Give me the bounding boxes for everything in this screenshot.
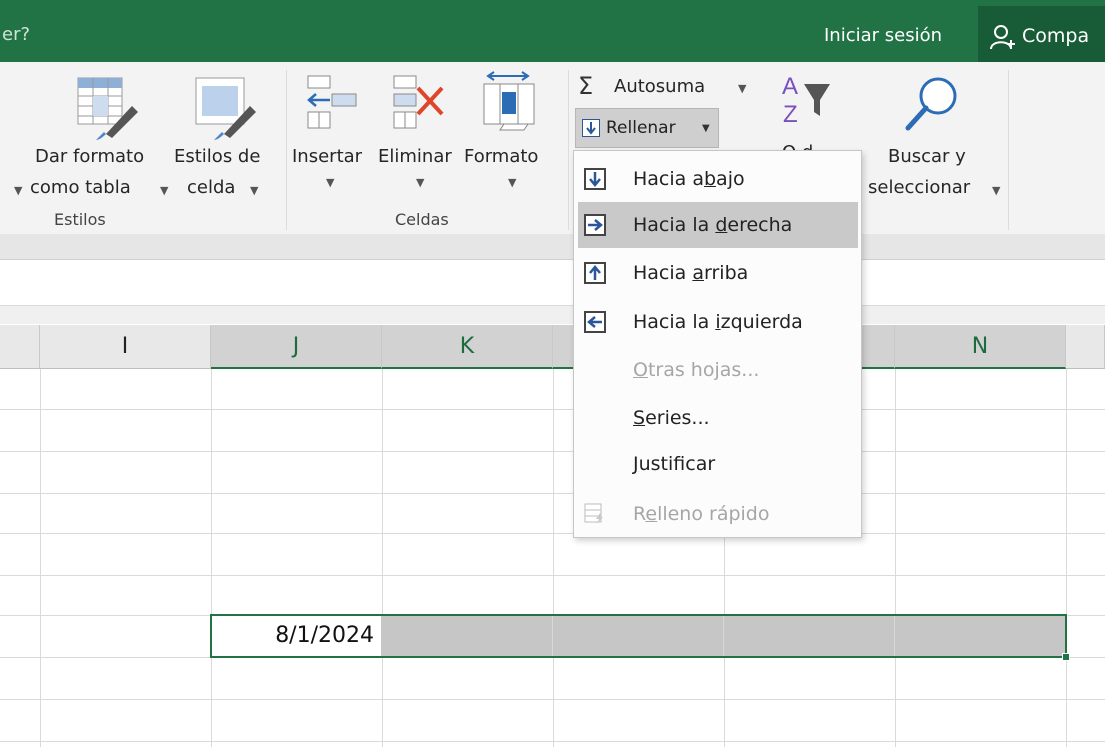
menu-item-label: Hacia la derecha — [633, 214, 793, 236]
chevron-down-icon: ▼ — [250, 184, 259, 197]
column-header-j[interactable]: J — [211, 325, 382, 369]
menu-item-label: Relleno rápido — [633, 503, 770, 525]
fill-handle[interactable] — [1062, 653, 1070, 661]
column-header-k[interactable]: K — [382, 325, 553, 369]
celdas-group-label: Celdas — [395, 210, 449, 229]
autosum-button[interactable]: Σ Autosuma ▼ — [578, 72, 748, 106]
arrow-right-icon — [584, 214, 606, 236]
formula-bar[interactable] — [0, 261, 1105, 305]
delete-cells-label: Eliminar — [378, 146, 452, 167]
grid-line — [553, 369, 554, 747]
cell-styles-label-1: Estilos de — [174, 146, 261, 167]
arrow-up-icon — [584, 262, 606, 284]
insert-cells-icon — [307, 75, 357, 129]
delete-cells-icon — [393, 75, 444, 129]
grid-line — [0, 493, 1105, 494]
menu-item-label: Otras hojas... — [633, 359, 760, 381]
menu-item-label: Hacia la izquierda — [633, 311, 803, 333]
group-separator — [1008, 70, 1009, 230]
format-as-table-label-1: Dar formato — [35, 146, 145, 167]
sign-in-link[interactable]: Iniciar sesión — [824, 25, 942, 46]
magnifier-icon — [905, 77, 957, 131]
share-button[interactable]: Compa — [978, 6, 1105, 62]
chevron-down-icon: ▼ — [326, 176, 335, 189]
chevron-down-icon: ▼ — [14, 184, 23, 197]
chevron-down-icon: ▼ — [702, 123, 710, 134]
title-bar: er? Iniciar sesión Compa — [0, 0, 1105, 62]
arrow-left-icon — [584, 311, 606, 333]
cell-styles-label-2: celda — [187, 177, 236, 198]
group-separator — [286, 70, 287, 230]
grid-line — [0, 699, 1105, 700]
menu-item-across-worksheets: Otras hojas... — [578, 347, 858, 393]
svg-text:A: A — [782, 73, 798, 100]
flash-fill-icon — [584, 503, 606, 525]
menu-item-fill-right[interactable]: Hacia la derecha — [578, 202, 858, 248]
menu-item-label: Hacia abajo — [633, 168, 745, 190]
format-as-table-label-2: como tabla — [30, 177, 131, 198]
fill-button[interactable]: Rellenar ▼ — [575, 108, 719, 148]
menu-item-fill-down[interactable]: Hacia abajo — [578, 156, 858, 202]
grid-line — [211, 369, 212, 747]
grid-line — [40, 369, 41, 747]
person-add-icon — [990, 25, 1015, 50]
grid-line — [0, 741, 1105, 742]
autosum-label: Autosuma — [614, 76, 706, 97]
find-select-label-2: seleccionar — [868, 177, 971, 198]
menu-item-flash-fill: Relleno rápido — [578, 491, 858, 537]
sort-filter-icon: A Z — [782, 73, 830, 128]
fill-dropdown-menu: Hacia abajo Hacia la derecha Hacia arrib… — [573, 150, 862, 538]
svg-text:Z: Z — [783, 101, 798, 128]
grid-line — [1066, 369, 1067, 747]
chevron-down-icon: ▼ — [160, 184, 169, 197]
menu-item-label: Hacia arriba — [633, 262, 749, 284]
column-header-i[interactable]: I — [40, 325, 211, 369]
format-as-table-icon — [77, 77, 138, 140]
ribbon-collapse-strip — [0, 234, 1105, 260]
selection-border — [210, 614, 1067, 658]
find-select-label-1: Buscar y — [888, 146, 966, 167]
menu-item-justify[interactable]: Justificar — [578, 441, 858, 487]
column-header-n[interactable]: N — [895, 325, 1066, 369]
formula-bar-separator — [0, 305, 1105, 324]
group-separator — [568, 70, 569, 230]
chevron-down-icon: ▼ — [416, 176, 425, 189]
tell-me-search-hint[interactable]: er? — [2, 24, 30, 45]
format-cells-label: Formato — [464, 146, 539, 167]
format-cells-icon — [483, 71, 535, 131]
fill-down-icon — [582, 119, 600, 137]
share-label: Compa — [1022, 25, 1090, 47]
insert-cells-label: Insertar — [292, 146, 363, 167]
chevron-down-icon: ▼ — [992, 184, 1001, 197]
chevron-down-icon: ▼ — [508, 176, 517, 189]
grid-line — [0, 451, 1105, 452]
menu-item-series[interactable]: Series... — [578, 395, 858, 441]
chevron-down-icon: ▼ — [738, 82, 747, 95]
sigma-icon: Σ — [578, 72, 594, 100]
cell-styles-icon — [195, 77, 256, 140]
grid-line — [0, 409, 1105, 410]
menu-item-label: Justificar — [633, 453, 716, 475]
grid-line — [895, 369, 896, 747]
ribbon: Dar formato ▼ como tabla ▼ Estilos de ce… — [0, 62, 1105, 234]
menu-item-fill-left[interactable]: Hacia la izquierda — [578, 299, 858, 345]
arrow-down-icon — [584, 168, 606, 190]
menu-item-fill-up[interactable]: Hacia arriba — [578, 250, 858, 296]
column-header-o[interactable] — [1066, 325, 1105, 369]
column-header-h[interactable] — [0, 325, 40, 369]
menu-item-label: Series... — [633, 407, 710, 429]
grid-line — [382, 369, 383, 747]
fill-label: Rellenar — [606, 118, 676, 138]
estilos-group-label: Estilos — [54, 210, 106, 229]
grid-line — [0, 533, 1105, 534]
grid-line — [0, 575, 1105, 576]
